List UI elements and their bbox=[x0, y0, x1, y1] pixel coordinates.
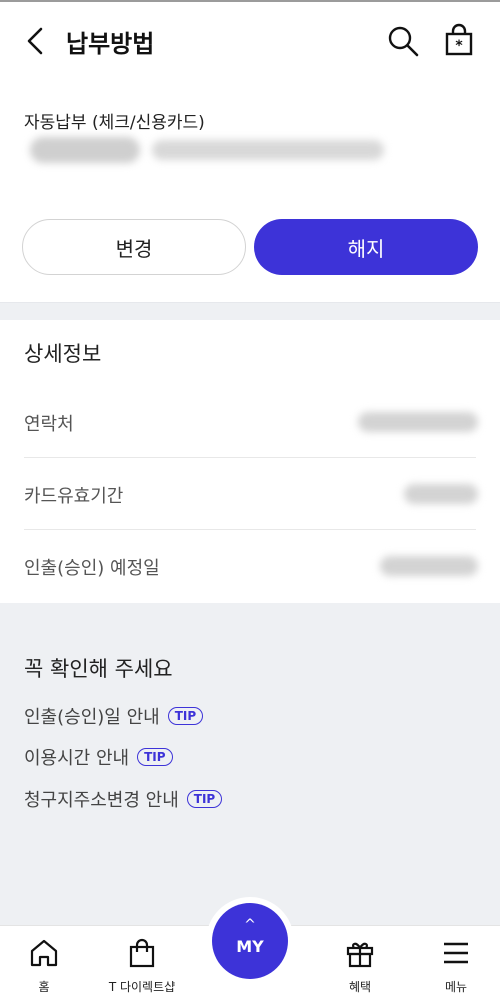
notice-title: 꼭 확인해 주세요 bbox=[24, 657, 173, 681]
change-button[interactable]: 변경 bbox=[22, 219, 246, 275]
nav-direct-shop[interactable]: T 다이렉트샵 bbox=[92, 926, 192, 1007]
section-divider bbox=[0, 302, 500, 320]
locked-bag-icon: * bbox=[445, 23, 473, 56]
notice-item-label: 이용시간 안내 bbox=[24, 748, 130, 769]
shopping-bag-icon bbox=[129, 938, 155, 968]
home-icon bbox=[30, 939, 58, 967]
tip-badge[interactable]: TIP bbox=[186, 790, 223, 808]
search-button[interactable] bbox=[386, 24, 420, 58]
cart-button[interactable]: * bbox=[442, 23, 476, 57]
notice-item-withdrawal-info[interactable]: 인출(승인)일 안내 TIP bbox=[24, 703, 204, 729]
tip-badge[interactable]: TIP bbox=[137, 748, 173, 766]
page-title: 납부방법 bbox=[66, 30, 155, 58]
app-header: 납부방법 * bbox=[0, 0, 500, 82]
nav-my-label: MY bbox=[236, 937, 264, 956]
detail-label: 인출(승인) 예정일 bbox=[24, 558, 160, 579]
back-button[interactable] bbox=[22, 26, 50, 56]
hamburger-menu-icon bbox=[444, 942, 468, 964]
svg-text:*: * bbox=[455, 38, 463, 54]
notice-item-service-hours[interactable]: 이용시간 안내 TIP bbox=[24, 744, 173, 770]
nav-home[interactable]: 홈 bbox=[0, 926, 94, 1007]
notice-item-label: 인출(승인)일 안내 bbox=[24, 707, 160, 728]
notice-item-label: 청구지주소변경 안내 bbox=[24, 790, 179, 811]
detail-row-contact: 연락처 bbox=[24, 386, 478, 458]
gift-icon bbox=[346, 942, 374, 968]
nav-home-label: 홈 bbox=[38, 980, 50, 994]
detail-label: 카드유효기간 bbox=[24, 486, 124, 507]
nav-menu-label: 메뉴 bbox=[444, 980, 468, 994]
detail-row-card-expiry: 카드유효기간 bbox=[24, 458, 478, 530]
masked-card-name bbox=[30, 137, 140, 163]
nav-benefits[interactable]: 혜택 bbox=[310, 926, 410, 1007]
masked-value bbox=[380, 556, 478, 576]
detail-row-withdrawal-date: 인출(승인) 예정일 bbox=[24, 530, 478, 602]
detail-label: 연락처 bbox=[24, 414, 74, 435]
nav-my-button[interactable]: ^ MY bbox=[212, 903, 288, 979]
nav-benefits-label: 혜택 bbox=[348, 980, 372, 994]
cancel-button[interactable]: 해지 bbox=[254, 219, 478, 275]
payment-method-label: 자동납부 (체크/신용카드) bbox=[24, 113, 205, 133]
tip-badge[interactable]: TIP bbox=[167, 707, 204, 725]
masked-value bbox=[358, 412, 478, 432]
notice-item-billing-address[interactable]: 청구지주소변경 안내 TIP bbox=[24, 786, 223, 812]
masked-value bbox=[404, 484, 478, 504]
search-icon bbox=[388, 26, 419, 57]
details-title: 상세정보 bbox=[24, 342, 102, 366]
nav-menu[interactable]: 메뉴 bbox=[406, 926, 500, 1007]
nav-shop-label: T 다이렉트샵 bbox=[108, 980, 176, 994]
chevron-left-icon bbox=[27, 27, 43, 55]
masked-card-number bbox=[152, 140, 384, 160]
chevron-up-icon: ^ bbox=[244, 917, 256, 933]
